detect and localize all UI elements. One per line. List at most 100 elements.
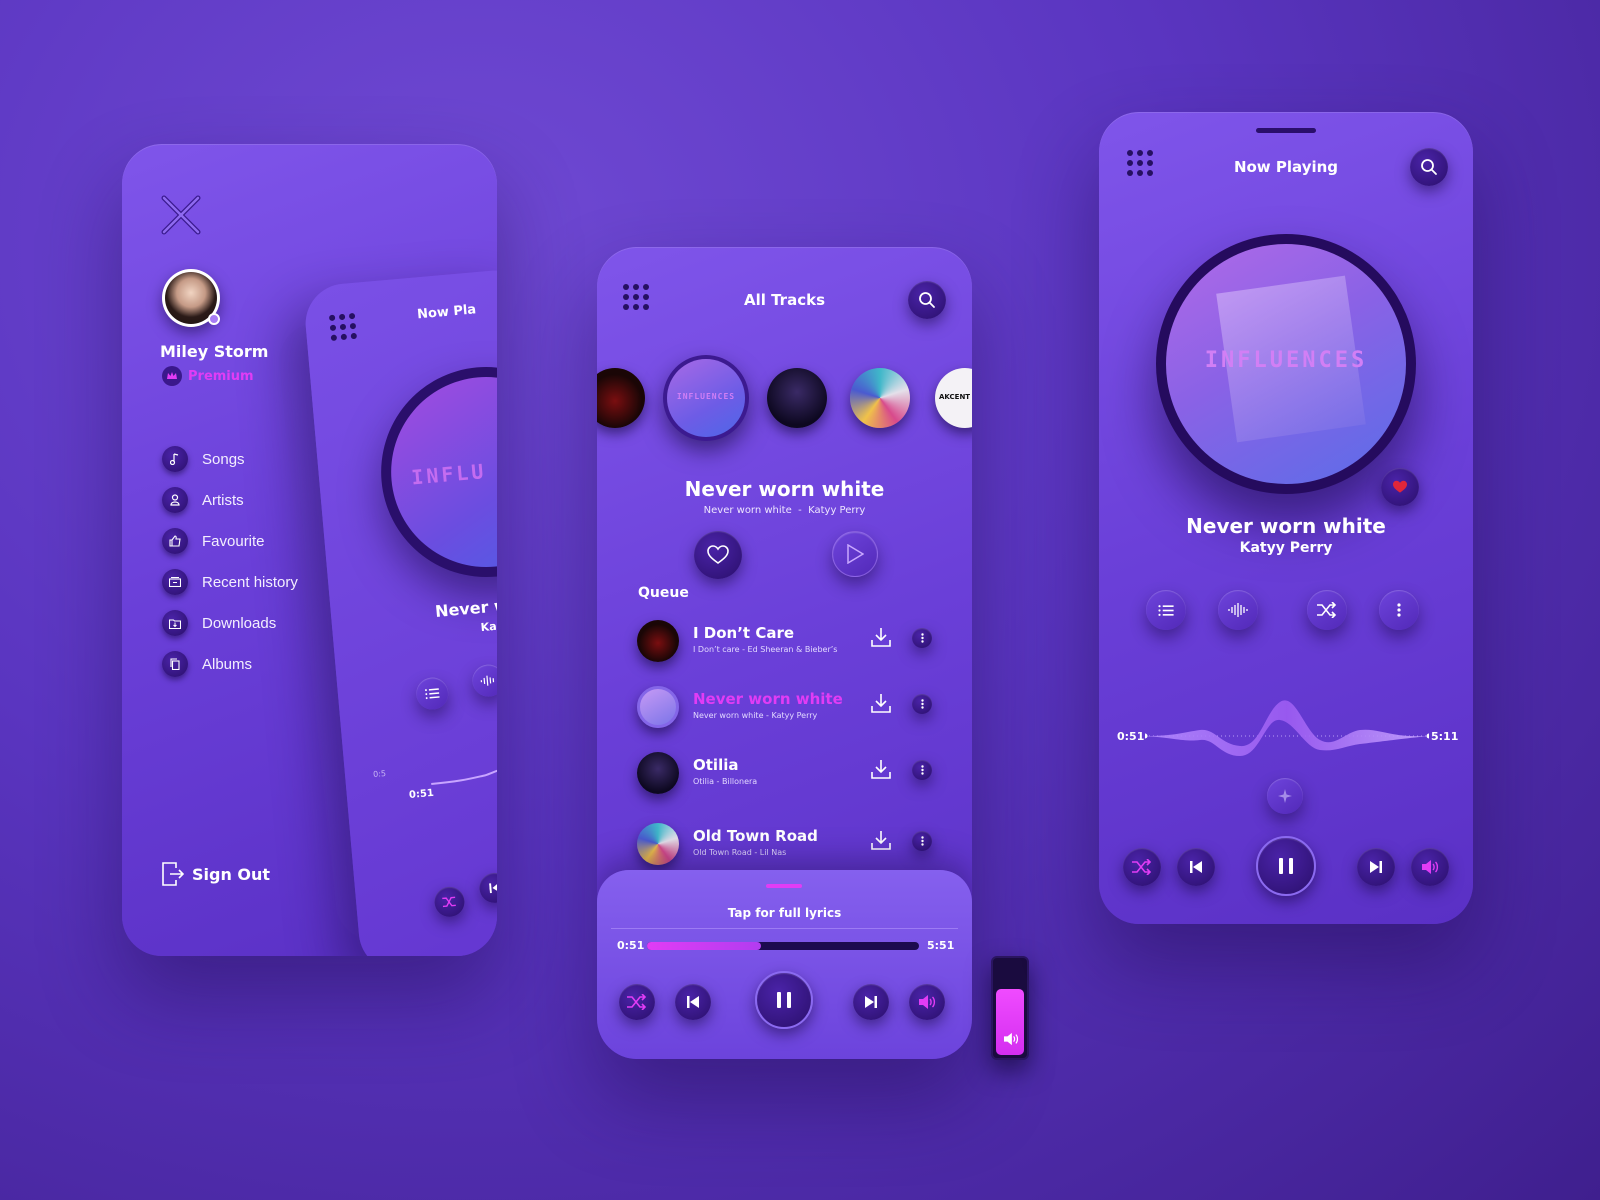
now-playing-screen: Now Playing INFLUENCES Never worn white … bbox=[1099, 112, 1473, 924]
download-folder-icon bbox=[162, 610, 188, 636]
current-track-title: Never worn white bbox=[684, 477, 885, 501]
add-button[interactable] bbox=[1267, 778, 1303, 814]
behind-time: 0:51 bbox=[408, 787, 435, 801]
previous-icon bbox=[489, 882, 497, 894]
shuffle-button[interactable] bbox=[1123, 848, 1161, 886]
more-options-button[interactable] bbox=[912, 760, 932, 780]
pause-icon bbox=[1279, 858, 1293, 874]
carousel-album-3[interactable] bbox=[767, 368, 827, 428]
queue-item-title: Never worn white bbox=[693, 690, 843, 708]
like-button[interactable] bbox=[1381, 468, 1419, 506]
more-options-button[interactable] bbox=[1379, 590, 1419, 630]
close-icon[interactable] bbox=[158, 192, 204, 238]
pause-button[interactable] bbox=[1256, 836, 1316, 896]
online-status-dot bbox=[208, 313, 220, 325]
behind-prev-button[interactable] bbox=[478, 871, 497, 905]
download-icon[interactable] bbox=[870, 626, 892, 648]
next-button[interactable] bbox=[1357, 848, 1395, 886]
menu-item-recent-history[interactable]: Recent history bbox=[162, 569, 298, 595]
carousel-album-4[interactable] bbox=[850, 368, 910, 428]
queue-item[interactable]: Otilia Otilia - Billonera bbox=[637, 752, 937, 802]
more-vertical-icon bbox=[920, 699, 924, 709]
progress-track[interactable] bbox=[647, 942, 919, 950]
lyrics-link[interactable]: Tap for full lyrics bbox=[597, 906, 972, 920]
subtitle-separator: - bbox=[794, 505, 805, 516]
album-art-disc: INFLUENCES bbox=[1156, 234, 1416, 494]
behind-queue-button[interactable] bbox=[414, 676, 450, 711]
volume-button[interactable] bbox=[1411, 848, 1449, 886]
progress-fill bbox=[647, 942, 762, 950]
behind-album-art: INFLU bbox=[372, 358, 497, 586]
menu-label-songs: Songs bbox=[202, 450, 245, 468]
download-icon[interactable] bbox=[870, 758, 892, 780]
menu-label-downloads: Downloads bbox=[202, 614, 277, 632]
next-button[interactable] bbox=[853, 984, 889, 1020]
behind-wave-button[interactable] bbox=[471, 663, 497, 698]
premium-badge: Premium bbox=[162, 366, 254, 386]
queue-item-title: Old Town Road bbox=[693, 827, 818, 845]
waveform-scrubber[interactable] bbox=[1145, 692, 1429, 772]
sheet-divider bbox=[611, 928, 958, 929]
behind-time-2: 0:5 bbox=[372, 768, 387, 780]
sign-out-button[interactable]: Sign Out bbox=[162, 862, 270, 886]
behind-shuffle-button[interactable] bbox=[433, 885, 466, 919]
list-icon bbox=[424, 688, 440, 700]
notch-handle bbox=[1256, 128, 1316, 133]
queue-item-title: I Don’t Care bbox=[693, 624, 795, 642]
queue-button[interactable] bbox=[1146, 590, 1186, 630]
menu-item-downloads[interactable]: Downloads bbox=[162, 610, 276, 636]
more-options-button[interactable] bbox=[912, 694, 932, 714]
queue-heading: Queue bbox=[638, 585, 689, 601]
queue-item-active[interactable]: Never worn white Never worn white - Katy… bbox=[637, 686, 937, 736]
volume-slider[interactable] bbox=[991, 956, 1029, 1060]
favourite-button[interactable] bbox=[694, 531, 742, 579]
volume-button[interactable] bbox=[909, 984, 945, 1020]
menu-item-artists[interactable]: Artists bbox=[162, 487, 244, 513]
queue-item[interactable]: Old Town Road Old Town Road - Lil Nas bbox=[637, 823, 937, 873]
more-vertical-icon bbox=[1397, 603, 1401, 617]
pause-button[interactable] bbox=[755, 971, 813, 1029]
shuffle-icon bbox=[627, 994, 647, 1010]
current-track-subtitle: Never worn white - Katyy Perry bbox=[597, 505, 972, 516]
sheet-drag-handle[interactable] bbox=[766, 884, 802, 888]
time-total: 5:11 bbox=[1431, 730, 1459, 743]
previous-button[interactable] bbox=[675, 984, 711, 1020]
player-sheet[interactable]: Tap for full lyrics 0:51 5:51 bbox=[597, 870, 972, 1059]
shuffle-toggle-button[interactable] bbox=[1307, 590, 1347, 630]
volume-icon bbox=[1004, 1032, 1019, 1046]
album-icon bbox=[162, 651, 188, 677]
queue-item-thumb bbox=[637, 686, 679, 728]
carousel-album-1[interactable] bbox=[597, 368, 645, 428]
menu-item-favourite[interactable]: Favourite bbox=[162, 528, 265, 554]
shuffle-icon bbox=[1132, 859, 1152, 875]
download-icon[interactable] bbox=[870, 829, 892, 851]
avatar[interactable] bbox=[162, 269, 220, 327]
queue-item-title: Otilia bbox=[693, 756, 739, 774]
queue-item-thumb bbox=[637, 620, 679, 662]
more-vertical-icon bbox=[920, 633, 924, 643]
more-options-button[interactable] bbox=[912, 831, 932, 851]
search-button[interactable] bbox=[1410, 148, 1448, 186]
play-button[interactable] bbox=[832, 531, 878, 577]
previous-button[interactable] bbox=[1177, 848, 1215, 886]
crown-icon bbox=[162, 366, 182, 386]
queue-item[interactable]: I Don’t Care I Don’t care - Ed Sheeran &… bbox=[637, 620, 937, 670]
behind-song-title: Never w bbox=[434, 595, 497, 621]
more-options-button[interactable] bbox=[912, 628, 932, 648]
carousel-album-5[interactable]: AKCENT bbox=[935, 368, 972, 428]
queue-item-thumb bbox=[637, 823, 679, 865]
carousel-album-selected[interactable]: INFLUENCES bbox=[663, 355, 749, 441]
thumbs-up-icon bbox=[162, 528, 188, 554]
equalizer-button[interactable] bbox=[1218, 590, 1258, 630]
song-artist: Katyy Perry bbox=[1239, 540, 1333, 556]
pause-icon bbox=[777, 992, 791, 1008]
menu-item-albums[interactable]: Albums bbox=[162, 651, 252, 677]
previous-icon bbox=[1190, 861, 1202, 873]
shuffle-button[interactable] bbox=[619, 984, 655, 1020]
search-button[interactable] bbox=[908, 281, 946, 319]
time-total: 5:51 bbox=[927, 939, 955, 952]
menu-item-songs[interactable]: Songs bbox=[162, 446, 245, 472]
download-icon[interactable] bbox=[870, 692, 892, 714]
user-icon bbox=[162, 487, 188, 513]
music-note-icon bbox=[162, 446, 188, 472]
